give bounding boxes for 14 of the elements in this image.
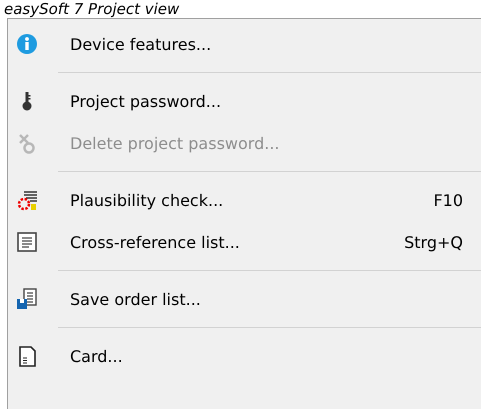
info-icon bbox=[16, 33, 38, 55]
disk-document-icon bbox=[16, 288, 38, 310]
check-list-icon bbox=[16, 189, 38, 211]
caption-text: easySoft 7 Project view bbox=[3, 0, 180, 18]
menu-item[interactable]: Card... bbox=[8, 335, 481, 377]
list-icon bbox=[16, 231, 38, 253]
shortcut-label: F10 bbox=[433, 190, 463, 210]
menu-item[interactable]: Save order list... bbox=[8, 278, 481, 320]
menu-item[interactable]: Project password... bbox=[8, 80, 481, 122]
memory-card-icon bbox=[16, 345, 38, 367]
shortcut-label: Strg+Q bbox=[404, 232, 463, 252]
menu-item[interactable]: Cross-reference list... Strg+Q bbox=[8, 221, 481, 263]
menu-item[interactable]: Device features... bbox=[8, 23, 481, 65]
menu-item[interactable]: Plausibility check... F10 bbox=[8, 179, 481, 221]
